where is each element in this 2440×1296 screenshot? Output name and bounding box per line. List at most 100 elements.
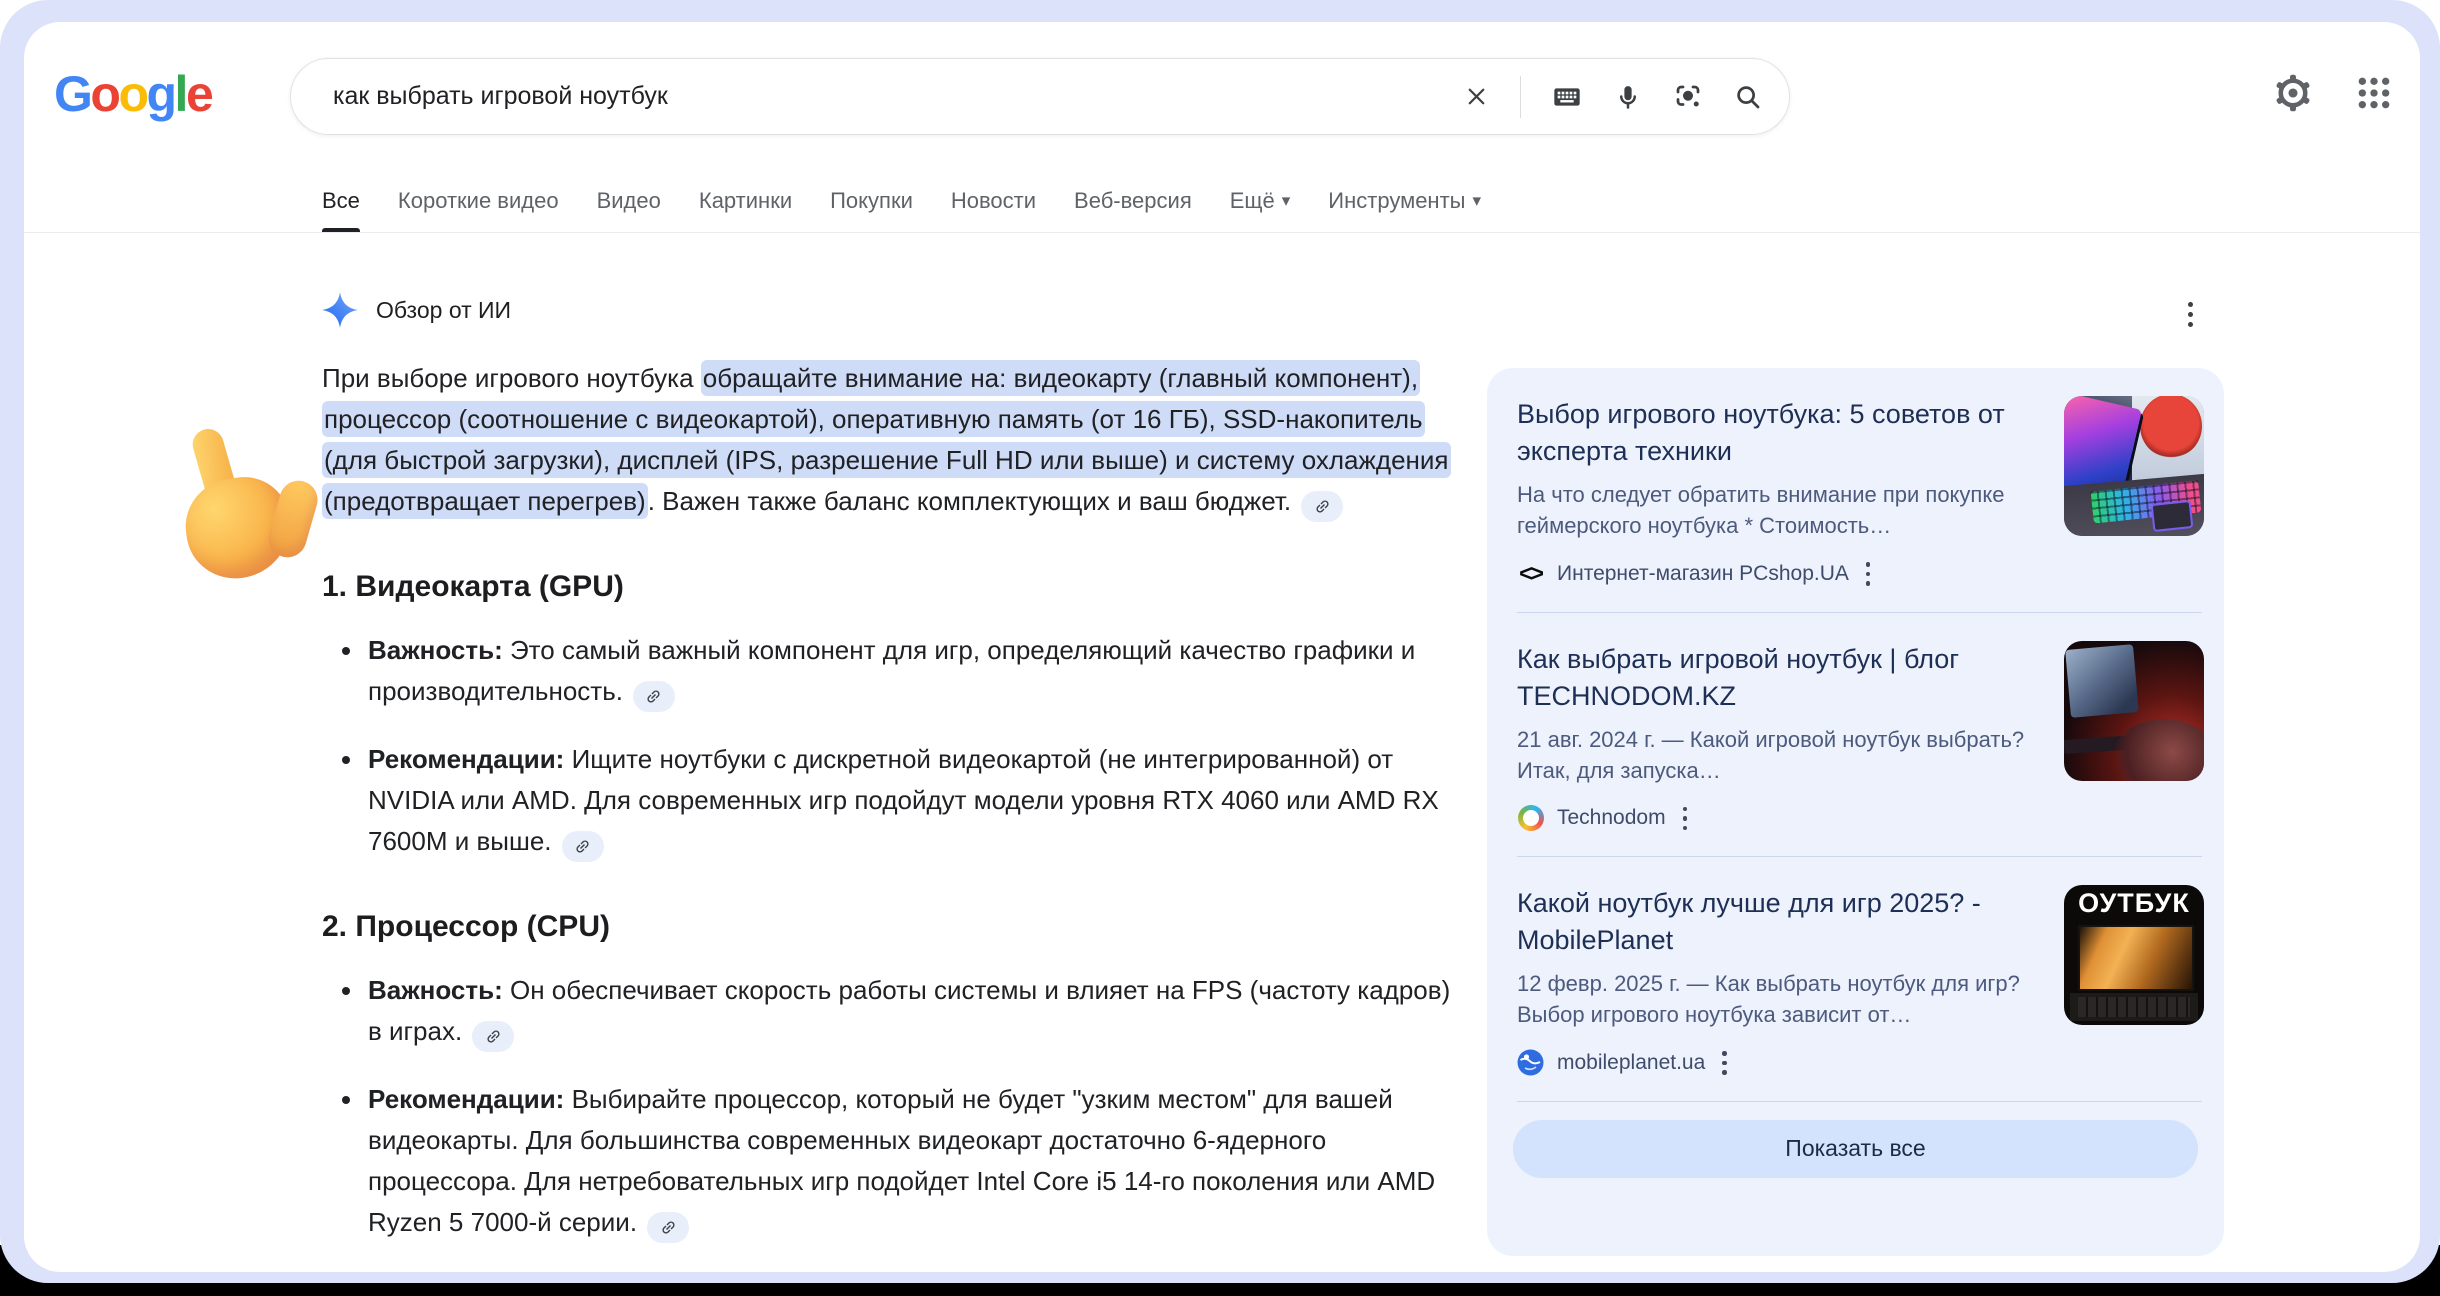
ai-overview: Обзор от ИИ При выборе игрового ноутбука… <box>322 290 1454 1270</box>
apps-menu-button[interactable] <box>2354 73 2394 113</box>
thumbnail-art <box>2151 500 2194 532</box>
link-icon <box>1310 494 1334 518</box>
tab-label: Все <box>322 188 360 214</box>
source-card-title[interactable]: Выбор игрового ноутбука: 5 советов от эк… <box>1517 396 2044 470</box>
bullet-text: Он обеспечивает скорость работы системы … <box>368 975 1450 1046</box>
bullet-lead: Рекомендации: <box>368 744 564 774</box>
hand-finger <box>189 425 242 514</box>
logo-letter: l <box>175 66 186 122</box>
chevron-down-icon: ▾ <box>1282 191 1291 211</box>
tab-shopping[interactable]: Покупки <box>830 170 913 232</box>
mic-icon <box>1613 82 1643 112</box>
thumbnail-art <box>2140 396 2202 458</box>
thumbnail-art <box>2078 925 2194 991</box>
source-card-menu-button[interactable] <box>1679 803 1692 835</box>
ai-overview-title: Обзор от ИИ <box>376 297 511 324</box>
tab-label: Веб-версия <box>1074 188 1192 214</box>
source-card-menu-button[interactable] <box>1718 1047 1731 1079</box>
ai-bullet: Важность: Он обеспечивает скорость работ… <box>322 970 1454 1052</box>
tab-news[interactable]: Новости <box>951 170 1036 232</box>
search-submit-button[interactable] <box>1733 82 1763 112</box>
tab-label: Новости <box>951 188 1036 214</box>
google-logo[interactable]: Google <box>54 62 211 126</box>
close-icon <box>1463 83 1490 110</box>
source-link-chip[interactable] <box>647 1212 689 1243</box>
source-card: Какой ноутбук лучше для игр 2025? - Mobi… <box>1487 857 2224 1101</box>
source-link-chip[interactable] <box>472 1021 514 1052</box>
link-icon <box>642 684 666 708</box>
apps-grid-icon <box>2354 73 2394 113</box>
source-link-chip[interactable] <box>633 681 675 712</box>
source-card-snippet: 21 авг. 2024 г. — Какой игровой ноутбук … <box>1517 724 2044 786</box>
browser-page: Google <box>24 22 2420 1272</box>
keyboard-icon <box>1551 81 1583 113</box>
tab-all[interactable]: Все <box>322 170 360 232</box>
source-name: Technodom <box>1557 806 1666 830</box>
bullet-lead: Рекомендации: <box>368 1084 564 1114</box>
thumbnail-art <box>2070 993 2198 1021</box>
ai-intro: При выборе игрового ноутбука обращайте в… <box>322 358 1454 522</box>
tab-more[interactable]: Ещё▾ <box>1230 170 1291 232</box>
source-card-title[interactable]: Какой ноутбук лучше для игр 2025? - Mobi… <box>1517 885 2044 959</box>
source-card-menu-button[interactable] <box>1862 558 1875 590</box>
tab-label: Покупки <box>830 188 913 214</box>
tab-web[interactable]: Веб-версия <box>1074 170 1192 232</box>
gear-icon <box>2272 72 2314 114</box>
tab-label: Короткие видео <box>398 188 559 214</box>
settings-button[interactable] <box>2272 72 2314 114</box>
tab-videos[interactable]: Видео <box>597 170 661 232</box>
logo-letter: g <box>147 66 175 122</box>
globe-favicon-icon <box>1517 1049 1544 1076</box>
tab-label: Картинки <box>699 188 792 214</box>
source-card-snippet: 12 февр. 2025 г. — Как выбрать ноутбук д… <box>1517 968 2044 1030</box>
ai-bullet: Рекомендации: Ищите ноутбуки с дискретно… <box>322 739 1454 862</box>
source-link-chip[interactable] <box>1301 491 1343 522</box>
hand-knuckles <box>264 476 322 561</box>
chevron-down-icon: ▾ <box>1472 191 1481 211</box>
keyboard-button[interactable] <box>1551 81 1583 113</box>
section-bullets: Важность: Он обеспечивает скорость работ… <box>322 970 1454 1243</box>
sources-panel: Выбор игрового ноутбука: 5 советов от эк… <box>1487 368 2224 1256</box>
section-bullets: Важность: Это самый важный компонент для… <box>322 630 1454 862</box>
logo-letter: o <box>90 66 118 122</box>
source-card-title[interactable]: Как выбрать игровой ноутбук | блог TECHN… <box>1517 641 2044 715</box>
section-heading: 1. Видеокарта (GPU) <box>322 568 1454 606</box>
logo-letter: G <box>54 66 90 122</box>
source-link-chip[interactable] <box>562 831 604 862</box>
source-card-thumbnail[interactable]: ОУТБУК <box>2064 885 2204 1025</box>
logo-letter: e <box>186 66 211 122</box>
camera-lens-icon <box>1673 82 1703 112</box>
logo-letter: o <box>118 66 146 122</box>
tab-images[interactable]: Картинки <box>699 170 792 232</box>
intro-text: . Важен также баланс комплектующих и ваш… <box>648 486 1291 516</box>
show-all-button[interactable]: Показать все <box>1513 1120 2198 1178</box>
code-brackets-favicon-icon: <> <box>1517 560 1544 587</box>
tab-short-videos[interactable]: Короткие видео <box>398 170 559 232</box>
intro-text: При выборе игрового ноутбука <box>322 363 701 393</box>
bullet-text: Это самый важный компонент для игр, опре… <box>368 635 1415 706</box>
search-divider <box>1520 76 1521 118</box>
source-card-thumbnail[interactable] <box>2064 396 2204 536</box>
source-card-thumbnail[interactable] <box>2064 641 2204 781</box>
technodom-favicon-icon <box>1518 805 1544 831</box>
link-icon <box>481 1024 505 1048</box>
search-icon <box>1733 82 1763 112</box>
source-name: mobileplanet.ua <box>1557 1051 1705 1075</box>
pointing-hand-emoji <box>170 432 320 582</box>
lens-search-button[interactable] <box>1673 82 1703 112</box>
link-icon <box>656 1215 680 1239</box>
clear-search-button[interactable] <box>1463 83 1490 110</box>
search-input[interactable] <box>331 81 1463 112</box>
thumbnail-art <box>2112 719 2204 781</box>
section-heading: 2. Процессор (CPU) <box>322 908 1454 946</box>
ai-overview-menu-button[interactable] <box>2184 298 2197 331</box>
google-search-page: { "header": { "logo_letters": [ {"ch": "… <box>0 0 2440 1296</box>
bullet-lead: Важность: <box>368 635 503 665</box>
bullet-lead: Важность: <box>368 975 503 1005</box>
voice-search-button[interactable] <box>1613 82 1643 112</box>
ai-bullet: Рекомендации: Выбирайте процессор, котор… <box>322 1079 1454 1243</box>
tab-label: Инструменты <box>1328 188 1465 214</box>
thumbnail-art <box>2065 644 2139 718</box>
hand-palm <box>180 471 297 585</box>
tab-tools[interactable]: Инструменты ▾ <box>1328 170 1481 232</box>
